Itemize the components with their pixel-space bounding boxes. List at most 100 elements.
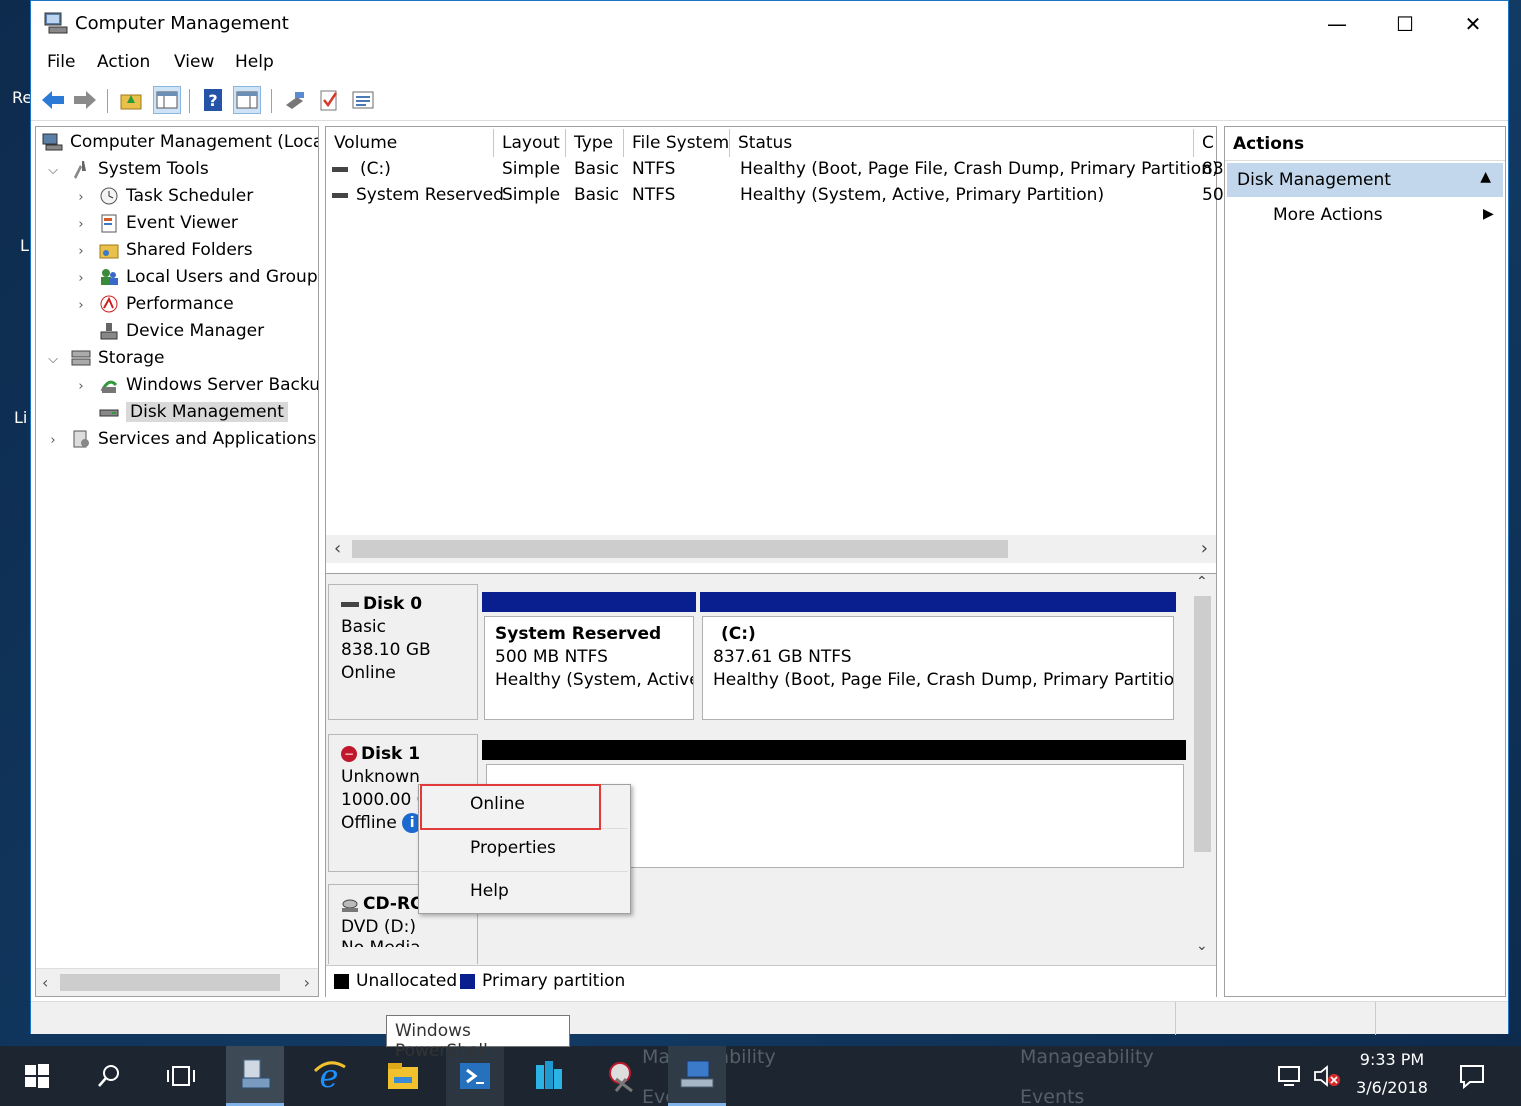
system-tools-icon [70, 159, 92, 179]
tree-label: Disk Management [126, 402, 288, 422]
disk-vertical-scrollbar[interactable]: ⌃ ⌄ [1190, 574, 1214, 964]
volume-horizontal-scrollbar[interactable]: ‹ › [326, 535, 1216, 563]
taskbar-computer-management[interactable] [226, 1046, 284, 1106]
column-header-volume[interactable]: Volume [326, 129, 494, 157]
windows-logo-icon [25, 1064, 49, 1088]
forward-icon[interactable] [71, 86, 99, 114]
tree-label: Windows Server Backup [126, 375, 319, 395]
tree-item-shared-folders[interactable]: Shared Folders [98, 237, 253, 263]
taskbar-internet-explorer[interactable]: e [300, 1046, 358, 1106]
help-icon[interactable]: ? [199, 86, 227, 114]
show-hide-action-pane-icon[interactable] [233, 86, 261, 114]
search-button[interactable] [80, 1046, 138, 1106]
scroll-thumb[interactable] [60, 974, 280, 991]
tree-label: Local Users and Groups [126, 267, 319, 287]
chevron-right-icon[interactable]: › [74, 244, 88, 259]
scroll-thumb[interactable] [1194, 596, 1211, 852]
minimize-button[interactable]: — [1303, 1, 1371, 47]
tree-item-services-applications[interactable]: Services and Applications [70, 426, 316, 452]
legend-unallocated: Unallocated [356, 971, 458, 991]
menu-file[interactable]: File [47, 52, 75, 72]
chevron-right-icon[interactable]: › [74, 217, 88, 232]
cdrom-media: No Media [341, 939, 465, 947]
disk1-state: Offline [341, 813, 397, 833]
list-view-icon[interactable] [349, 86, 377, 114]
scroll-right-icon[interactable]: › [1201, 538, 1208, 559]
clock-date[interactable]: 3/6/2018 [1344, 1078, 1440, 1097]
column-header-layout[interactable]: Layout [494, 129, 566, 157]
volume-status: Healthy (System, Active, Primary Partiti… [740, 185, 1105, 205]
storage-icon [70, 348, 92, 368]
volume-muted-icon[interactable] [1312, 1064, 1342, 1093]
context-menu-help[interactable]: Help [419, 872, 630, 914]
menu-action[interactable]: Action [97, 52, 150, 72]
properties-check-icon[interactable] [315, 86, 343, 114]
tree-label: System Tools [98, 159, 209, 179]
scroll-right-icon[interactable]: › [304, 973, 310, 992]
scroll-up-icon[interactable]: ⌃ [1196, 574, 1208, 590]
tree-item-local-users[interactable]: Local Users and Groups [98, 264, 319, 290]
tree-horizontal-scrollbar[interactable]: ‹ › [36, 968, 318, 996]
tree-item-disk-management[interactable]: Disk Management [98, 399, 288, 425]
folder-icon [388, 1063, 418, 1089]
disk0-size: 838.10 GB [341, 640, 431, 660]
close-button[interactable]: ✕ [1439, 1, 1507, 47]
tree-item-storage[interactable]: Storage [70, 345, 165, 371]
chevron-right-icon[interactable]: › [74, 190, 88, 205]
internet-explorer-icon: e [313, 1059, 346, 1093]
action-center-icon[interactable] [1458, 1062, 1486, 1095]
column-header-file-system[interactable]: File System [624, 129, 730, 157]
disk0-label[interactable]: Disk 0 Basic 838.10 GB Online [328, 584, 478, 720]
maximize-button[interactable]: ☐ [1371, 1, 1439, 47]
partition-strip-primary [700, 592, 1176, 612]
start-button[interactable] [8, 1046, 66, 1106]
scroll-thumb[interactable] [352, 540, 1008, 558]
partition-c-drive[interactable]: (C:) 837.61 GB NTFS Healthy (Boot, Page … [702, 616, 1174, 720]
show-hide-console-tree-icon[interactable] [153, 86, 181, 114]
tree-item-device-manager[interactable]: Device Manager [98, 318, 264, 344]
partition-strip-primary [482, 592, 696, 612]
partition-system-reserved[interactable]: System Reserved 500 MB NTFS Healthy (Sys… [484, 616, 694, 720]
context-menu-properties[interactable]: Properties [419, 829, 630, 871]
menu-view[interactable]: View [174, 52, 214, 72]
connect-icon[interactable] [281, 86, 309, 114]
scroll-left-icon[interactable]: ‹ [334, 538, 341, 559]
chevron-down-icon[interactable]: ⌵ [46, 163, 60, 178]
column-header-type[interactable]: Type [566, 129, 624, 157]
tree-item-windows-server-backup[interactable]: Windows Server Backup [98, 372, 319, 398]
chevron-right-icon[interactable]: › [74, 271, 88, 286]
disk-legend: Unallocated Primary partition [326, 965, 1216, 997]
column-header-capacity[interactable]: C [1194, 129, 1216, 157]
tree-item-system-tools[interactable]: System Tools [70, 156, 209, 182]
menu-help[interactable]: Help [235, 52, 274, 72]
scroll-left-icon[interactable]: ‹ [42, 973, 48, 992]
tree-item-task-scheduler[interactable]: Task Scheduler [98, 183, 253, 209]
cdrom-drive: DVD (D:) [341, 917, 416, 937]
chevron-right-icon[interactable]: › [74, 379, 88, 394]
up-folder-icon[interactable] [117, 86, 145, 114]
actions-section-disk-management[interactable]: Disk Management ▲ [1227, 163, 1503, 197]
collapse-up-icon[interactable]: ▲ [1480, 169, 1491, 185]
computer-management-icon [42, 132, 64, 152]
volume-fs: NTFS [632, 159, 676, 179]
column-header-status[interactable]: Status [730, 129, 1194, 157]
chevron-right-icon[interactable]: › [74, 298, 88, 313]
menu-bar: File Action View Help [31, 47, 1508, 79]
status-bar [31, 1001, 1508, 1035]
clock-time[interactable]: 9:33 PM [1344, 1050, 1440, 1069]
tree-item-event-viewer[interactable]: Event Viewer [98, 210, 238, 236]
task-view-button[interactable] [152, 1046, 210, 1106]
title-bar[interactable]: Computer Management — ☐ ✕ [31, 1, 1508, 47]
taskbar-snipping-tool[interactable] [594, 1046, 652, 1106]
chevron-down-icon[interactable]: ⌵ [46, 352, 60, 367]
tree-item-computer-management[interactable]: Computer Management (Local [42, 129, 318, 155]
network-icon[interactable] [1276, 1064, 1304, 1093]
section-label: Disk Management [1237, 170, 1391, 190]
more-actions-item[interactable]: More Actions [1273, 205, 1383, 225]
chevron-right-icon[interactable]: › [46, 433, 60, 448]
taskbar-server-manager[interactable] [520, 1046, 578, 1106]
taskbar-remote-app[interactable] [668, 1046, 726, 1106]
back-icon[interactable] [39, 86, 67, 114]
tree-item-performance[interactable]: Performance [98, 291, 234, 317]
scroll-down-icon[interactable]: ⌄ [1196, 938, 1208, 954]
